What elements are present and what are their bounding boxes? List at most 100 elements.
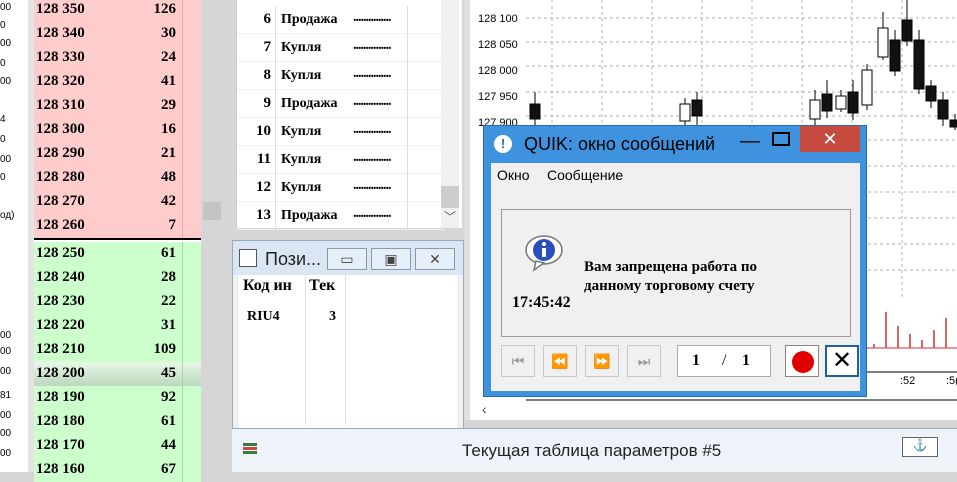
bid-row[interactable]: 128 220 31 bbox=[34, 314, 201, 338]
volume-cell: 48 bbox=[161, 169, 176, 185]
volume-cell: 24 bbox=[161, 49, 176, 65]
price-cell: 128 160 bbox=[36, 461, 85, 477]
trade-row[interactable]: 6 Продажа............... bbox=[237, 6, 445, 34]
trade-row[interactable]: 8 Купля............... bbox=[237, 62, 445, 90]
bid-row[interactable]: 128 180 61 bbox=[34, 410, 201, 434]
trade-row[interactable]: 13 Продажа............... bbox=[237, 202, 445, 230]
volume-cell: 45 bbox=[161, 365, 176, 381]
params-title: Текущая таблица параметров #5 bbox=[462, 441, 722, 460]
y-axis-label: 127 950 bbox=[478, 91, 518, 103]
workspace-gap bbox=[201, 0, 230, 472]
trade-row[interactable]: 10 Купля............... bbox=[237, 118, 445, 146]
bid-row[interactable]: 128 170 44 bbox=[34, 434, 201, 458]
scroll-thumb[interactable] bbox=[441, 186, 459, 208]
anchor-button[interactable]: ⚓ bbox=[902, 437, 938, 457]
minimize-button[interactable]: — bbox=[738, 130, 762, 153]
prev-icon[interactable]: ⏪ bbox=[543, 345, 577, 377]
stop-button[interactable] bbox=[785, 345, 819, 377]
bid-row[interactable]: 128 240 28 bbox=[34, 266, 201, 290]
trade-row[interactable]: 7 Купля............... bbox=[237, 34, 445, 62]
close-button[interactable]: ✕ bbox=[800, 126, 860, 152]
dismiss-button[interactable]: ✕ bbox=[825, 345, 859, 377]
ask-row[interactable]: 128 310 29 bbox=[34, 94, 201, 118]
volume-cell: 31 bbox=[161, 317, 176, 333]
price-cell: 128 300 bbox=[36, 121, 85, 137]
price-cell: 128 350 bbox=[36, 1, 85, 17]
bid-row[interactable]: 128 200 45 bbox=[34, 362, 201, 386]
trade-side: Купля bbox=[281, 124, 322, 139]
clipped-value: 00 bbox=[0, 346, 12, 357]
column-header-current[interactable]: Тек bbox=[309, 277, 335, 295]
volume-cell: 109 bbox=[153, 341, 177, 357]
volume-cell: 7 bbox=[168, 217, 177, 233]
maximize-button[interactable]: ▣ bbox=[371, 248, 411, 270]
candle-body bbox=[809, 99, 821, 120]
minimize-button[interactable]: ▭ bbox=[327, 248, 367, 270]
clipped-value: 00 bbox=[0, 330, 12, 341]
trade-row[interactable]: 12 Купля............... bbox=[237, 174, 445, 202]
volume-cell: 16 bbox=[161, 121, 176, 137]
maximize-button[interactable] bbox=[772, 132, 790, 146]
column-divider bbox=[182, 290, 183, 314]
ask-row[interactable]: 128 320 41 bbox=[34, 70, 201, 94]
ask-row[interactable]: 128 340 30 bbox=[34, 22, 201, 46]
volume-cell: 21 bbox=[161, 145, 176, 161]
page-separator: / bbox=[722, 352, 727, 369]
price-cell: 128 200 bbox=[36, 365, 85, 381]
column-divider bbox=[275, 34, 276, 62]
trade-number: 13 bbox=[256, 207, 271, 223]
column-divider bbox=[182, 458, 183, 482]
message-text: Вам запрещена работа по данному торговом… bbox=[584, 259, 758, 294]
message-dialog: ! QUIK: окно сообщений — ✕ Окно Сообщени… bbox=[483, 125, 867, 397]
last-icon[interactable]: ⏭ bbox=[627, 345, 661, 377]
bid-row[interactable]: 128 230 22 bbox=[34, 290, 201, 314]
first-icon[interactable]: ⏮ bbox=[501, 345, 535, 377]
trade-number: 7 bbox=[263, 39, 272, 55]
volume-cell: 92 bbox=[161, 389, 176, 405]
price-cell: 128 210 bbox=[36, 341, 85, 357]
next-icon[interactable]: ⏩ bbox=[585, 345, 619, 377]
trades-scrollbar[interactable]: ﹀ bbox=[441, 0, 459, 228]
scroll-handle[interactable] bbox=[203, 202, 221, 220]
column-divider bbox=[275, 62, 276, 90]
candle-body bbox=[847, 91, 859, 114]
volume-cell: 28 bbox=[161, 269, 176, 285]
volume-cell: 42 bbox=[161, 193, 176, 209]
position-code: RIU4 bbox=[247, 309, 280, 324]
column-divider bbox=[182, 0, 183, 22]
ask-row[interactable]: 128 330 24 bbox=[34, 46, 201, 70]
column-divider bbox=[275, 6, 276, 34]
trade-value: ............... bbox=[353, 10, 391, 25]
trade-row[interactable]: 9 Продажа............... bbox=[237, 90, 445, 118]
menu-window[interactable]: Окно bbox=[497, 167, 530, 183]
y-axis-label: 128 000 bbox=[478, 65, 518, 77]
price-cell: 128 260 bbox=[36, 217, 85, 233]
bid-row[interactable]: 128 250 61 bbox=[34, 242, 201, 266]
trade-row[interactable]: 11 Купля............... bbox=[237, 146, 445, 174]
ask-row[interactable]: 128 260 7 bbox=[34, 214, 201, 238]
ask-row[interactable]: 128 300 16 bbox=[34, 118, 201, 142]
ask-row[interactable]: 128 270 42 bbox=[34, 190, 201, 214]
bid-row[interactable]: 128 190 92 bbox=[34, 386, 201, 410]
column-divider bbox=[182, 434, 183, 458]
column-header-code[interactable]: Код ин bbox=[243, 277, 292, 295]
price-cell: 128 240 bbox=[36, 269, 85, 285]
bid-row[interactable]: 128 160 67 bbox=[34, 458, 201, 482]
candle-body bbox=[529, 103, 541, 120]
trade-value: ............... bbox=[353, 178, 391, 193]
menu-message[interactable]: Сообщение bbox=[547, 167, 623, 183]
message-panel: Вам запрещена работа по данному торговом… bbox=[501, 209, 851, 337]
bid-row[interactable]: 128 210 109 bbox=[34, 338, 201, 362]
close-button[interactable]: ✕ bbox=[415, 248, 455, 270]
volume-cell: 44 bbox=[161, 437, 176, 453]
page-current: 1 bbox=[692, 352, 700, 369]
chevron-down-icon[interactable]: ﹀ bbox=[444, 208, 456, 225]
y-axis-label: 128 050 bbox=[478, 39, 518, 51]
column-divider bbox=[275, 90, 276, 118]
column-divider bbox=[182, 386, 183, 410]
ask-row[interactable]: 128 290 21 bbox=[34, 142, 201, 166]
ask-row[interactable]: 128 280 48 bbox=[34, 166, 201, 190]
ask-row[interactable]: 128 350 126 bbox=[34, 0, 201, 22]
column-divider bbox=[275, 146, 276, 174]
column-divider bbox=[182, 314, 183, 338]
